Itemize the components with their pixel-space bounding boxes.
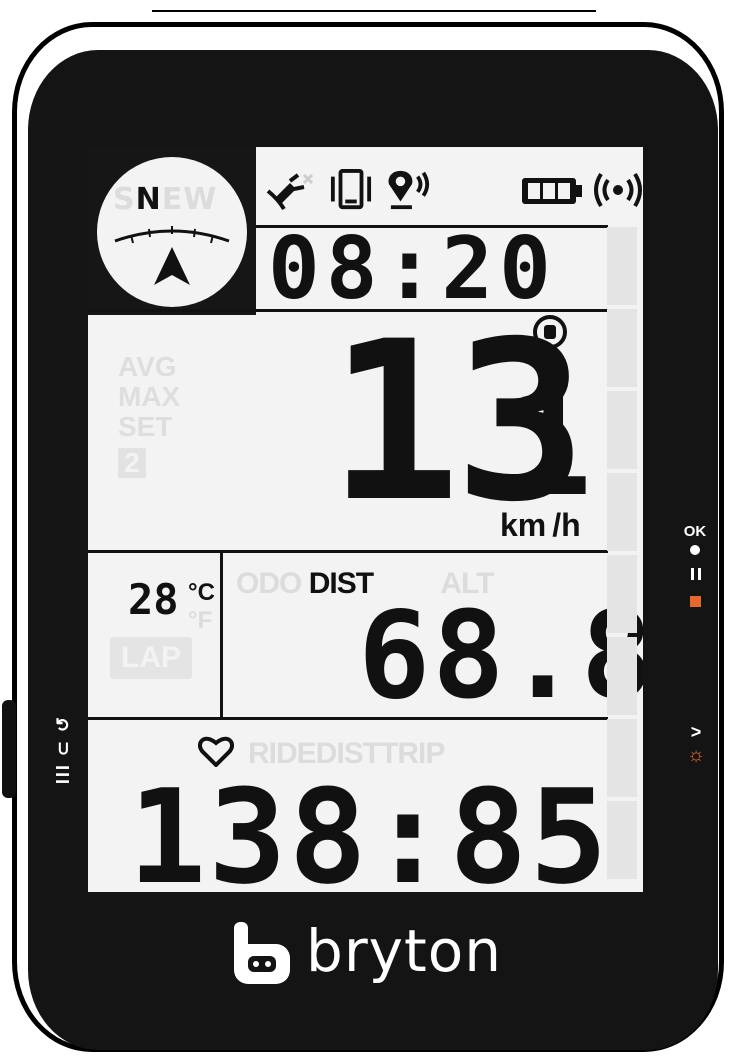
brand-wordmark: bryton — [306, 917, 502, 985]
compass-dial: SNEW — [97, 157, 247, 307]
label-avg: AVG — [118, 351, 177, 382]
lap-indicator: LAP — [110, 637, 192, 679]
bryton-logo-icon — [234, 922, 290, 984]
speed-decimal: 1 — [508, 365, 593, 528]
temp-divider — [220, 550, 223, 717]
signal-icon — [594, 172, 642, 208]
vibrate-icon — [330, 169, 372, 210]
compass-panel: SNEW — [88, 147, 256, 315]
pause-status-icon — [533, 315, 567, 349]
distance-value: 68.8 — [358, 587, 643, 726]
speed-unit: km/h — [500, 507, 581, 544]
compass-letters: SNEW — [113, 182, 217, 217]
top-divider — [152, 10, 596, 12]
stop-icon — [690, 596, 701, 607]
speed-unit-h: /h — [552, 507, 581, 543]
left-side-button[interactable] — [2, 700, 16, 798]
compass-e: E — [161, 182, 184, 217]
battery-icon — [522, 178, 582, 204]
record-dot-icon — [690, 545, 700, 555]
grade-strip — [607, 227, 641, 882]
temperature-unit: °C — [188, 579, 215, 606]
satellite-icon — [266, 173, 314, 211]
set-number: 2 — [118, 448, 146, 478]
pause-icon — [690, 568, 702, 580]
left-button-marks: III ⊂ ↺ — [53, 715, 73, 785]
lcd-screen: SNEW 08:20 AVG MAX SET 2 13 1 km /h 28 °… — [88, 147, 643, 892]
speed-unit-km: km — [500, 507, 547, 543]
speed-mode-labels: AVG MAX SET 2 — [118, 352, 180, 478]
middle-divider — [88, 717, 608, 720]
compass-s: S — [113, 182, 136, 217]
next-button-label[interactable]: > — [686, 722, 706, 743]
ride-time-value: 138:85 — [128, 761, 610, 892]
compass-arrow-icon — [154, 247, 190, 285]
label-set: SET — [118, 411, 173, 442]
compass-n: N — [135, 182, 162, 217]
label-max: MAX — [118, 381, 181, 412]
backlight-icon: ☼ — [686, 744, 706, 766]
temperature-value: 28 — [128, 575, 179, 624]
speed-divider — [88, 550, 608, 553]
ok-button-label[interactable]: OK — [680, 523, 710, 540]
location-broadcast-icon — [388, 170, 430, 210]
compass-w: W — [183, 182, 218, 217]
label-odo: ODO — [236, 567, 302, 600]
temperature-ghost-unit: °F — [188, 607, 213, 634]
